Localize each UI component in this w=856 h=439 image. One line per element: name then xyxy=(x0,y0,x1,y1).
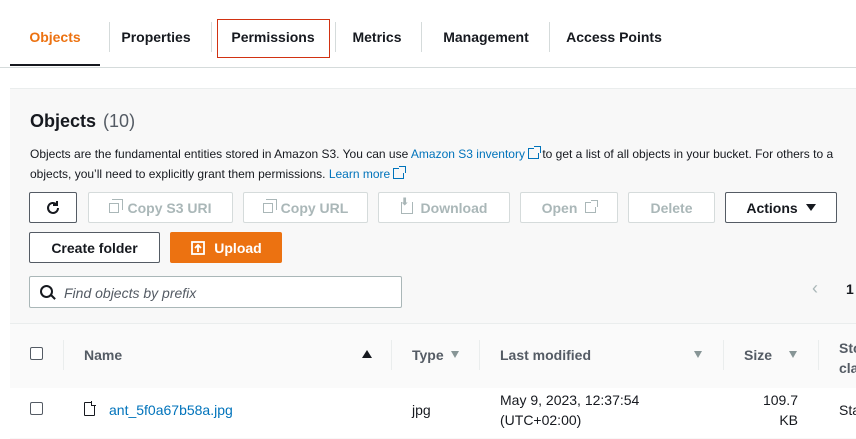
select-all-checkbox[interactable] xyxy=(30,347,43,360)
column-divider xyxy=(818,340,819,370)
tab-divider xyxy=(335,22,336,52)
external-link-icon xyxy=(585,200,599,213)
sort-ascending-icon[interactable] xyxy=(362,350,372,358)
column-header-type[interactable]: Type xyxy=(412,347,444,363)
tab-permissions[interactable]: Permissions xyxy=(218,0,328,66)
sort-icon[interactable] xyxy=(789,351,797,358)
create-folder-label: Create folder xyxy=(51,239,138,256)
chevron-left-icon[interactable]: ‹ xyxy=(812,278,818,299)
create-folder-button[interactable]: Create folder xyxy=(29,232,160,263)
learn-more-label: Learn more xyxy=(328,167,391,181)
tab-divider xyxy=(421,22,422,52)
objects-count: (10) xyxy=(103,111,136,131)
delete-label: Delete xyxy=(650,199,693,216)
inventory-link-label: Amazon S3 inventory xyxy=(410,147,525,161)
column-header-last-modified[interactable]: Last modified xyxy=(500,347,591,363)
upload-button[interactable]: Upload xyxy=(170,232,282,263)
download-button[interactable]: Download xyxy=(378,192,510,223)
column-divider xyxy=(391,340,392,370)
delete-button[interactable]: Delete xyxy=(628,192,715,223)
object-name-link[interactable]: ant_5f0a67b58a.jpg xyxy=(109,400,233,420)
objects-description: Objects are the fundamental entities sto… xyxy=(30,144,856,184)
external-link-icon xyxy=(527,146,541,159)
upload-label: Upload xyxy=(214,239,262,256)
search-icon xyxy=(40,285,53,298)
actions-label: Actions xyxy=(746,199,798,216)
download-label: Download xyxy=(420,199,488,216)
tab-divider xyxy=(211,22,212,52)
description-text: objects, you’ll need to explicitly grant… xyxy=(30,167,326,181)
storage-class-label: Sto xyxy=(839,340,856,356)
tab-objects[interactable]: Objects xyxy=(10,0,100,66)
open-button[interactable]: Open xyxy=(520,192,618,223)
column-header-name[interactable]: Name xyxy=(84,347,122,363)
sort-icon[interactable] xyxy=(694,351,702,358)
column-header-size[interactable]: Size xyxy=(744,347,772,363)
description-text: to get a list of all objects in your buc… xyxy=(542,147,834,161)
column-divider xyxy=(723,340,724,370)
external-link-icon xyxy=(393,166,407,179)
object-last-modified: May 9, 2023, 12:37:54 (UTC+02:00) xyxy=(500,390,639,430)
tab-metrics[interactable]: Metrics xyxy=(340,0,414,66)
learn-more-link[interactable]: Learn more xyxy=(328,166,407,181)
tab-properties[interactable]: Properties xyxy=(110,0,202,66)
sort-icon[interactable] xyxy=(451,351,459,358)
copy-icon xyxy=(262,198,277,213)
size-value: 109.7 xyxy=(762,392,798,408)
caret-down-icon xyxy=(805,204,816,211)
size-unit: KB xyxy=(779,412,798,428)
tab-management[interactable]: Management xyxy=(430,0,542,66)
column-header-storage-class[interactable]: Sto cla xyxy=(839,338,856,378)
tab-bar: Objects Properties Permissions Metrics M… xyxy=(0,0,856,68)
open-label: Open xyxy=(541,199,578,216)
refresh-button[interactable] xyxy=(29,192,77,223)
copy-icon xyxy=(109,198,124,213)
copy-s3-uri-label: Copy S3 URI xyxy=(127,199,212,216)
search-input[interactable] xyxy=(62,277,396,309)
actions-dropdown[interactable]: Actions xyxy=(725,192,837,223)
column-divider xyxy=(63,340,64,370)
storage-class-label: cla xyxy=(839,360,856,376)
copy-url-button[interactable]: Copy URL xyxy=(243,192,368,223)
download-icon xyxy=(400,197,413,214)
object-storage-class: Sta xyxy=(839,402,856,418)
search-field xyxy=(29,276,402,309)
last-modified-timezone: (UTC+02:00) xyxy=(500,412,582,428)
upload-icon xyxy=(191,240,206,255)
refresh-icon xyxy=(47,200,59,214)
copy-s3-uri-button[interactable]: Copy S3 URI xyxy=(88,192,233,223)
file-icon xyxy=(84,401,96,416)
copy-url-label: Copy URL xyxy=(280,199,349,216)
object-size: 109.7 KB xyxy=(744,390,798,430)
page-number[interactable]: 1 xyxy=(846,281,854,297)
description-text: Objects are the fundamental entities sto… xyxy=(30,147,409,161)
row-checkbox[interactable] xyxy=(30,402,43,415)
inventory-link[interactable]: Amazon S3 inventory xyxy=(410,146,541,161)
last-modified-date: May 9, 2023, 12:37:54 xyxy=(500,392,640,408)
object-type: jpg xyxy=(412,402,431,418)
objects-title: Objects xyxy=(30,111,97,131)
tab-access-points[interactable]: Access Points xyxy=(558,0,670,66)
column-divider xyxy=(479,340,480,370)
objects-heading: Objects (10) xyxy=(30,111,135,132)
tab-divider xyxy=(549,22,550,52)
